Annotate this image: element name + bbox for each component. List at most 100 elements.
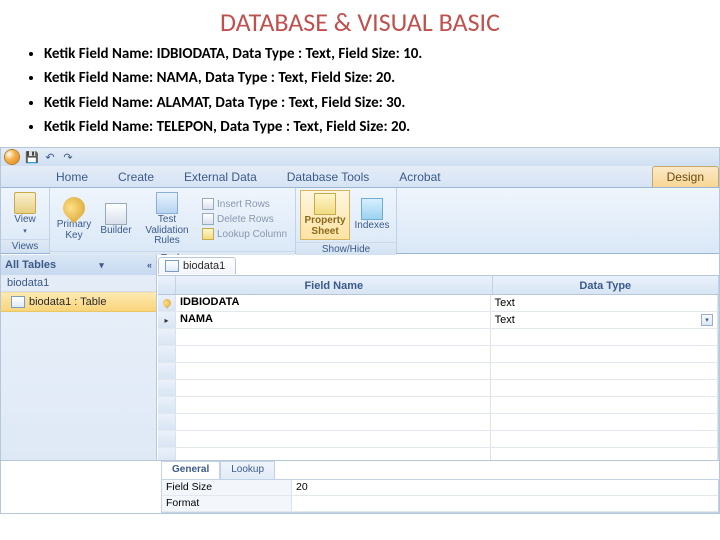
table-row[interactable]: ▸NAMAText▾: [158, 312, 718, 329]
delete-rows-label: Delete Rows: [217, 214, 274, 225]
field-name-header: Field Name: [176, 276, 493, 294]
data-type-cell[interactable]: [491, 431, 718, 447]
primary-key-button[interactable]: Primary Key: [54, 195, 94, 243]
tab-acrobat[interactable]: Acrobat: [384, 166, 455, 187]
nav-item-biodata1[interactable]: biodata1 : Table: [1, 292, 156, 312]
tab-external-data[interactable]: External Data: [169, 166, 272, 187]
chevron-down-icon[interactable]: ▾: [701, 314, 713, 326]
tab-design[interactable]: Design: [652, 166, 719, 187]
property-row[interactable]: Format: [162, 496, 718, 512]
tab-database-tools[interactable]: Database Tools: [272, 166, 385, 187]
indexes-button[interactable]: Indexes: [352, 196, 392, 234]
table-row[interactable]: [158, 363, 718, 380]
tab-lookup[interactable]: Lookup: [220, 461, 275, 479]
nav-header-label: All Tables: [5, 259, 56, 271]
field-name-cell[interactable]: [176, 380, 491, 396]
undo-icon[interactable]: ↶: [43, 150, 57, 164]
data-type-cell[interactable]: [491, 414, 718, 430]
office-button[interactable]: [5, 150, 19, 164]
field-name-cell[interactable]: [176, 397, 491, 413]
field-name-cell[interactable]: [176, 329, 491, 345]
builder-icon: [105, 203, 127, 225]
collapse-icon[interactable]: «: [147, 260, 152, 270]
data-type-cell[interactable]: [491, 363, 718, 379]
tab-create[interactable]: Create: [103, 166, 169, 187]
property-key: Format: [162, 496, 292, 511]
row-selector[interactable]: [158, 380, 176, 396]
table-row[interactable]: IDBIODATAText: [158, 295, 718, 312]
property-key: Field Size: [162, 480, 292, 495]
field-name-cell[interactable]: [176, 431, 491, 447]
property-row[interactable]: Field Size20: [162, 480, 718, 496]
property-value[interactable]: [292, 496, 718, 511]
doc-tab-biodata1[interactable]: biodata1: [158, 257, 236, 274]
data-type-cell[interactable]: [491, 346, 718, 362]
property-sheet-button[interactable]: Property Sheet: [300, 190, 350, 240]
tab-general[interactable]: General: [161, 461, 220, 479]
table-row[interactable]: [158, 380, 718, 397]
ribbon-tabs: Home Create External Data Database Tools…: [1, 166, 719, 188]
redo-icon[interactable]: ↷: [61, 150, 75, 164]
field-name-cell[interactable]: [176, 448, 491, 460]
delete-rows-icon: [202, 213, 214, 225]
row-selector[interactable]: [158, 397, 176, 413]
row-selector[interactable]: [158, 329, 176, 345]
lookup-column-label: Lookup Column: [217, 229, 287, 240]
property-tabs: General Lookup: [161, 461, 719, 479]
save-icon[interactable]: 💾: [25, 150, 39, 164]
row-selector[interactable]: ▸: [158, 312, 176, 328]
table-icon: [165, 260, 179, 272]
table-row[interactable]: [158, 431, 718, 448]
insert-rows-button[interactable]: Insert Rows: [198, 197, 291, 211]
nav-section[interactable]: biodata1: [1, 275, 156, 292]
data-type-cell[interactable]: Text▾: [491, 312, 718, 328]
field-name-cell[interactable]: [176, 414, 491, 430]
builder-button[interactable]: Builder: [96, 201, 136, 239]
nav-header[interactable]: All Tables ▾ «: [1, 255, 156, 275]
view-button[interactable]: View ▾: [5, 190, 45, 237]
test-validation-button[interactable]: Test Validation Rules: [138, 190, 196, 249]
delete-rows-button[interactable]: Delete Rows: [198, 212, 291, 226]
row-selector[interactable]: [158, 431, 176, 447]
lookup-icon: [202, 228, 214, 240]
row-selector[interactable]: [158, 448, 176, 460]
data-type-cell[interactable]: [491, 397, 718, 413]
data-type-header: Data Type: [493, 276, 719, 294]
property-grid: Field Size20Format: [161, 479, 719, 513]
group-label-views: Views: [1, 239, 49, 253]
property-sheet-label: Property Sheet: [303, 216, 347, 237]
table-row[interactable]: [158, 414, 718, 431]
main-area: biodata1 Field Name Data Type IDBIODATAT…: [157, 255, 719, 460]
field-name-cell[interactable]: [176, 346, 491, 362]
table-row[interactable]: [158, 346, 718, 363]
data-type-cell[interactable]: [491, 329, 718, 345]
group-label-showhide: Show/Hide: [296, 242, 396, 256]
row-selector[interactable]: [158, 346, 176, 362]
data-type-cell[interactable]: [491, 380, 718, 396]
field-name-cell[interactable]: [176, 363, 491, 379]
tab-home[interactable]: Home: [41, 166, 103, 187]
data-type-cell[interactable]: [491, 448, 718, 460]
doc-tab-label: biodata1: [183, 260, 225, 272]
row-selector[interactable]: [158, 295, 176, 311]
lookup-column-button[interactable]: Lookup Column: [198, 227, 291, 241]
design-grid-header: Field Name Data Type: [158, 275, 719, 295]
data-type-cell[interactable]: Text: [491, 295, 718, 311]
field-name-cell[interactable]: IDBIODATA: [176, 295, 491, 311]
group-showhide: Property Sheet Indexes Show/Hide: [296, 188, 397, 253]
row-selector[interactable]: [158, 414, 176, 430]
table-icon: [11, 296, 25, 308]
property-value[interactable]: 20: [292, 480, 718, 495]
table-row[interactable]: [158, 397, 718, 414]
table-row[interactable]: [158, 329, 718, 346]
field-name-cell[interactable]: NAMA: [176, 312, 491, 328]
view-label: View: [14, 215, 36, 226]
nav-item-label: biodata1 : Table: [29, 296, 106, 308]
chevron-down-icon: ▾: [99, 260, 104, 271]
ribbon: View ▾ Views Primary Key Builder Test Va…: [1, 188, 719, 254]
rows-commands: Insert Rows Delete Rows Lookup Column: [198, 197, 291, 241]
slide-title: DATABASE & VISUAL BASIC: [0, 0, 720, 42]
indexes-icon: [361, 198, 383, 220]
row-selector[interactable]: [158, 363, 176, 379]
table-row[interactable]: [158, 448, 718, 460]
